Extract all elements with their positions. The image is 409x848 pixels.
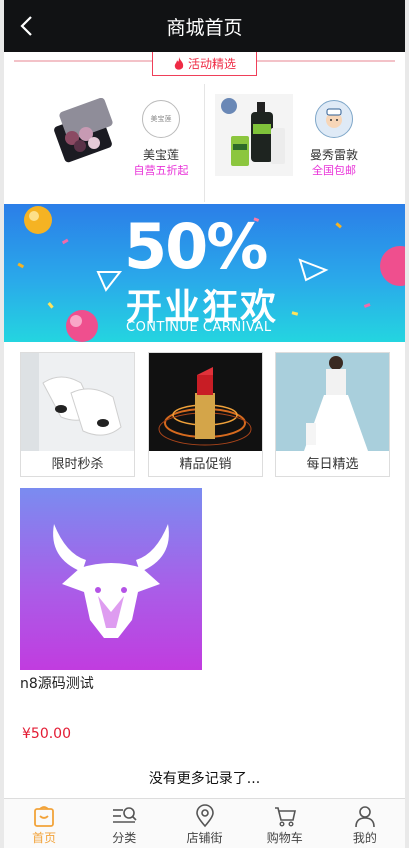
maybelline-logo: 美宝莲 <box>142 100 180 138</box>
category-label: 每日精选 <box>306 457 359 472</box>
home-icon <box>34 806 54 827</box>
eyeshadow-product-image <box>54 98 113 163</box>
tab-category[interactable]: 分类 <box>84 799 164 848</box>
bottom-tabbar: 首页 分类 店铺街 购物车 我的 <box>4 798 405 848</box>
promo-brand-subtitle: 自营五折起 <box>133 164 189 177</box>
promo-card-mentholatum[interactable]: 曼秀雷敦 全国包邮 <box>204 84 404 202</box>
product-price: ¥50.00 <box>22 726 71 742</box>
category-premium-sale[interactable]: 精品促销 <box>148 352 263 477</box>
promo-brand-subtitle: 全国包邮 <box>312 164 356 177</box>
flame-icon <box>174 56 184 70</box>
activity-label: 活动精选 <box>152 52 257 76</box>
lipstick-image <box>149 353 262 451</box>
tab-label: 首页 <box>32 831 57 845</box>
top-header: 商城首页 <box>4 0 405 52</box>
nurse-mascot-icon <box>326 108 342 128</box>
product-image[interactable] <box>20 488 202 670</box>
mentholatum-logo <box>315 100 353 138</box>
category-label: 限时秒杀 <box>51 457 104 472</box>
tab-label: 我的 <box>352 831 377 845</box>
category-label: 精品促销 <box>179 457 232 472</box>
activity-label-text: 活动精选 <box>187 57 236 71</box>
promo-brand-name: 曼秀雷敦 <box>309 148 358 162</box>
tab-label: 店铺街 <box>186 831 223 845</box>
tab-mine[interactable]: 我的 <box>325 799 405 848</box>
mall-home-page: 商城首页 活动精选 美宝莲 美宝莲 自营五折起 曼秀雷敦 全国包邮 50% 开业… <box>0 0 409 848</box>
tab-label: 购物车 <box>266 831 303 845</box>
promo-card-maybelline[interactable]: 美宝莲 美宝莲 自营五折起 <box>4 84 204 202</box>
tab-home[interactable]: 首页 <box>4 799 84 848</box>
page-title: 商城首页 <box>166 17 243 39</box>
product-name[interactable]: n8源码测试 <box>20 673 94 693</box>
tab-label: 分类 <box>112 831 137 845</box>
promo-banner[interactable]: 50% 开业狂欢 CONTINUE CARNIVAL <box>4 204 405 342</box>
banner-subtitle: CONTINUE CARNIVAL <box>126 320 272 335</box>
skincare-product-image <box>215 94 293 176</box>
tab-cart[interactable]: 购物车 <box>245 799 325 848</box>
user-icon <box>355 806 375 828</box>
maybelline-logo-text: 美宝莲 <box>150 115 172 123</box>
bull-logo-icon <box>53 524 169 638</box>
list-end-text: 没有更多记录了... <box>148 771 261 787</box>
cart-icon <box>274 807 296 827</box>
sneakers-image <box>21 353 134 451</box>
banner-headline: 50% <box>124 210 268 283</box>
category-daily-picks[interactable]: 每日精选 <box>275 352 390 477</box>
promo-brand-name: 美宝莲 <box>142 148 179 162</box>
dress-image <box>276 353 389 451</box>
category-icon <box>113 807 137 823</box>
category-flash-sale[interactable]: 限时秒杀 <box>20 352 135 477</box>
tab-shop-street[interactable]: 店铺街 <box>164 799 244 848</box>
location-pin-icon <box>195 804 214 828</box>
